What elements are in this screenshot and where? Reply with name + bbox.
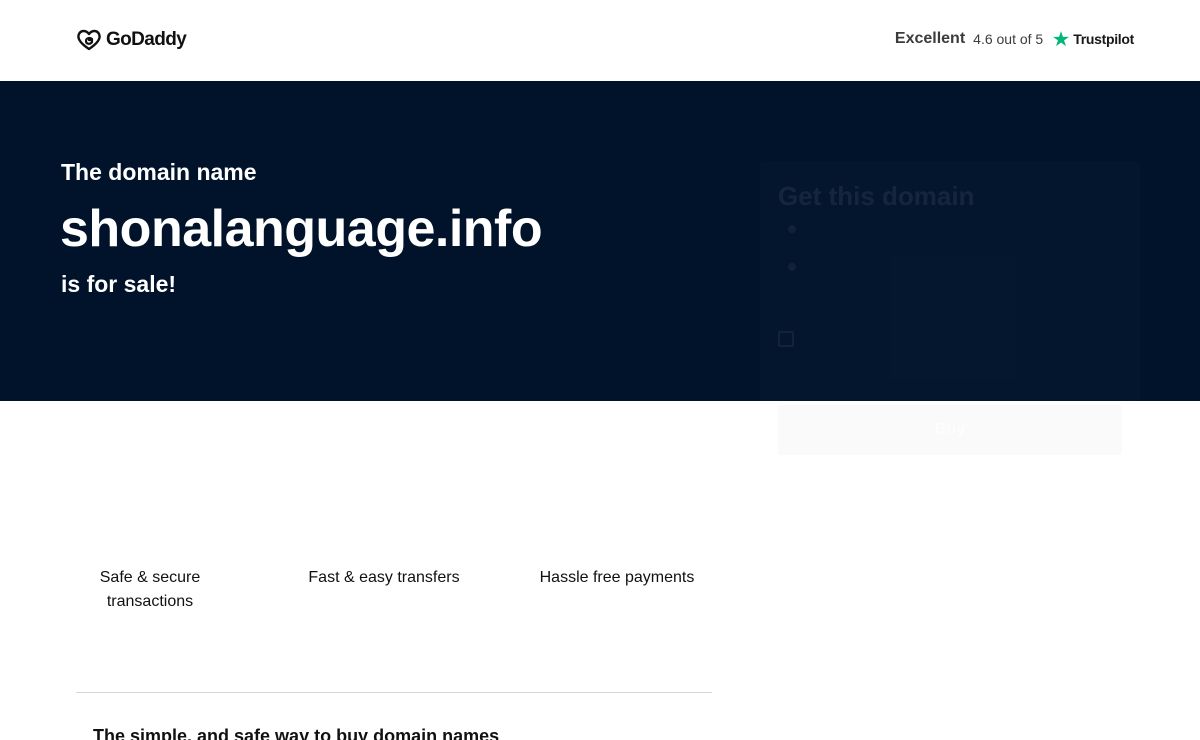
hero-post-text: is for sale! [61,271,177,297]
features-row: Safe & secure transactions Fast & easy t… [76,566,712,626]
card-title: Get this domain [778,181,975,211]
rating-score: 4.6 out of 5 [973,31,1044,47]
top-header: GoDaddy Excellent 4.6 out of 5 Trustpilo… [0,0,1200,81]
feature-hassle-free: Hassle free payments [539,569,695,586]
feature-fast-transfers: Fast & easy transfers [308,569,460,586]
domain-name-heading: shonalanguage.info [60,200,543,258]
feature-safe-secure: Safe & secure transactions [99,569,201,610]
godaddy-logo-icon [76,28,102,52]
bullet-icon [788,263,796,271]
trustpilot-name: Trustpilot [1073,31,1134,47]
section-divider [76,692,712,693]
trustpilot-rating[interactable]: Excellent 4.6 out of 5 Trustpilot [895,27,1134,51]
bullet-icon [788,225,796,233]
purchase-card: Get this domain Buy [760,161,1140,601]
rating-word: Excellent [894,30,966,47]
hero-pre-text: The domain name [61,159,257,185]
star-icon [1052,30,1070,48]
godaddy-logo[interactable]: GoDaddy [76,28,187,52]
option-checkbox[interactable] [778,331,794,347]
logo-text: GoDaddy [106,29,187,50]
buy-button[interactable]: Buy [778,405,1122,455]
section-heading: The simple, and safe way to buy domain n… [93,726,500,740]
